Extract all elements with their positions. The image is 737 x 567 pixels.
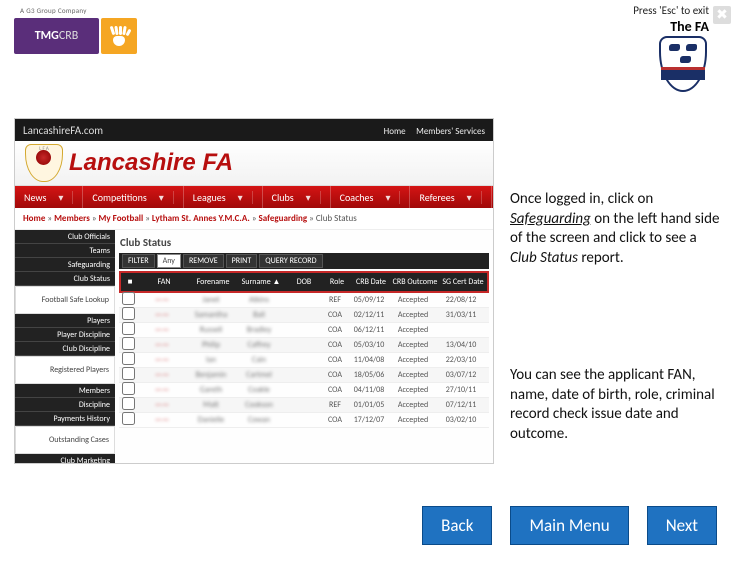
back-button[interactable]: Back <box>422 506 492 545</box>
table-row: ——PhilipCaffreyCOA05/03/10Accepted13/04/… <box>119 338 489 353</box>
table-row: ——IanCainCOA11/04/08Accepted22/03/10 <box>119 353 489 368</box>
sidebar-item: Registered Players <box>15 356 115 384</box>
sidebar-item: Safeguarding <box>15 258 115 272</box>
fa-portal-screenshot: LancashireFA.com Home Members' Services … <box>14 118 494 464</box>
breadcrumb: Home » Members » My Football » Lytham St… <box>15 208 493 230</box>
next-button[interactable]: Next <box>647 506 717 545</box>
table-header-highlight: ■ FAN Forename Surname ▲ DOB Role CRB Da… <box>119 271 489 293</box>
nav-item: Coaches ▾ <box>331 186 411 208</box>
row-checkbox <box>122 307 135 320</box>
sidebar-item: Club Officials <box>15 230 115 244</box>
nav-item: Competitions ▾ <box>83 186 183 208</box>
sidebar-item: Payments History <box>15 412 115 426</box>
sidebar-item: Club Marketing <box>15 454 115 464</box>
portal-nav: News ▾Competitions ▾Leagues ▾Clubs ▾Coac… <box>15 186 493 208</box>
nav-item: Mor ▾ <box>492 186 494 208</box>
fa-crest-logo <box>659 36 707 96</box>
sidebar-item: Football Safe Lookup <box>15 286 115 314</box>
table-row: ——GarethCoakleCOA04/11/08Accepted27/10/1… <box>119 383 489 398</box>
row-checkbox <box>122 337 135 350</box>
sidebar-item: Club Status <box>15 272 115 286</box>
table-row: ——BenjaminCartmelCOA18/05/06Accepted03/0… <box>119 368 489 383</box>
instruction-paragraph-2: You can see the applicant FAN, name, dat… <box>510 366 722 444</box>
portal-link-home: Home <box>384 126 406 137</box>
main-menu-button[interactable]: Main Menu <box>510 506 628 545</box>
sidebar-item: Discipline <box>15 398 115 412</box>
esc-hint: Press 'Esc' to exit <box>633 4 709 17</box>
table-row: ——JanetAtkinsREF05/09/12Accepted22/08/12 <box>119 293 489 308</box>
club-status-title: Club Status <box>120 236 489 249</box>
row-checkbox <box>122 322 135 335</box>
close-icon[interactable]: ✖ <box>713 6 731 24</box>
nav-item: Clubs ▾ <box>263 186 331 208</box>
sidebar-item: Outstanding Cases <box>15 426 115 454</box>
thefa-label: The FA <box>668 18 711 35</box>
row-checkbox <box>122 352 135 365</box>
nav-item: Referees ▾ <box>410 186 491 208</box>
table-row: ——DanielleCowanCOA17/12/07Accepted03/02/… <box>119 413 489 428</box>
instruction-paragraph-1: Once logged in, click on Safeguarding on… <box>510 190 722 268</box>
tmgcrb-logo: TMGCRB <box>14 18 99 54</box>
row-checkbox <box>122 292 135 305</box>
table-row: ——RussellBradleyCOA06/12/11Accepted <box>119 323 489 338</box>
row-checkbox <box>122 412 135 425</box>
lancashire-fa-text: Lancashire FA <box>69 149 233 177</box>
table-row: ——MattCooksonREF01/01/05Accepted07/12/11 <box>119 398 489 413</box>
nav-item: News ▾ <box>15 186 83 208</box>
hand-logo <box>101 18 137 54</box>
sidebar-item: Club Discipline <box>15 342 115 356</box>
row-checkbox <box>122 367 135 380</box>
row-checkbox <box>122 382 135 395</box>
portal-site-title: LancashireFA.com <box>23 124 103 137</box>
portal-link-members: Members' Services <box>416 126 485 137</box>
sidebar-item: Player Discipline <box>15 328 115 342</box>
g3-company-text: A G3 Group Company <box>20 6 137 15</box>
row-checkbox <box>122 397 135 410</box>
sidebar-item: Players <box>15 314 115 328</box>
lancashire-fa-badge: L F A <box>25 144 63 182</box>
portal-sidebar: Club OfficialsTeamsSafeguardingClub Stat… <box>15 230 115 464</box>
table-row: ——SamanthaBallCOA02/12/11Accepted31/03/1… <box>119 308 489 323</box>
nav-item: Leagues ▾ <box>184 186 263 208</box>
sidebar-item: Members <box>15 384 115 398</box>
sidebar-item: Teams <box>15 244 115 258</box>
table-body: ——JanetAtkinsREF05/09/12Accepted22/08/12… <box>119 293 489 428</box>
filter-bar: FILTER Any REMOVE PRINT QUERY RECORD <box>119 253 489 269</box>
